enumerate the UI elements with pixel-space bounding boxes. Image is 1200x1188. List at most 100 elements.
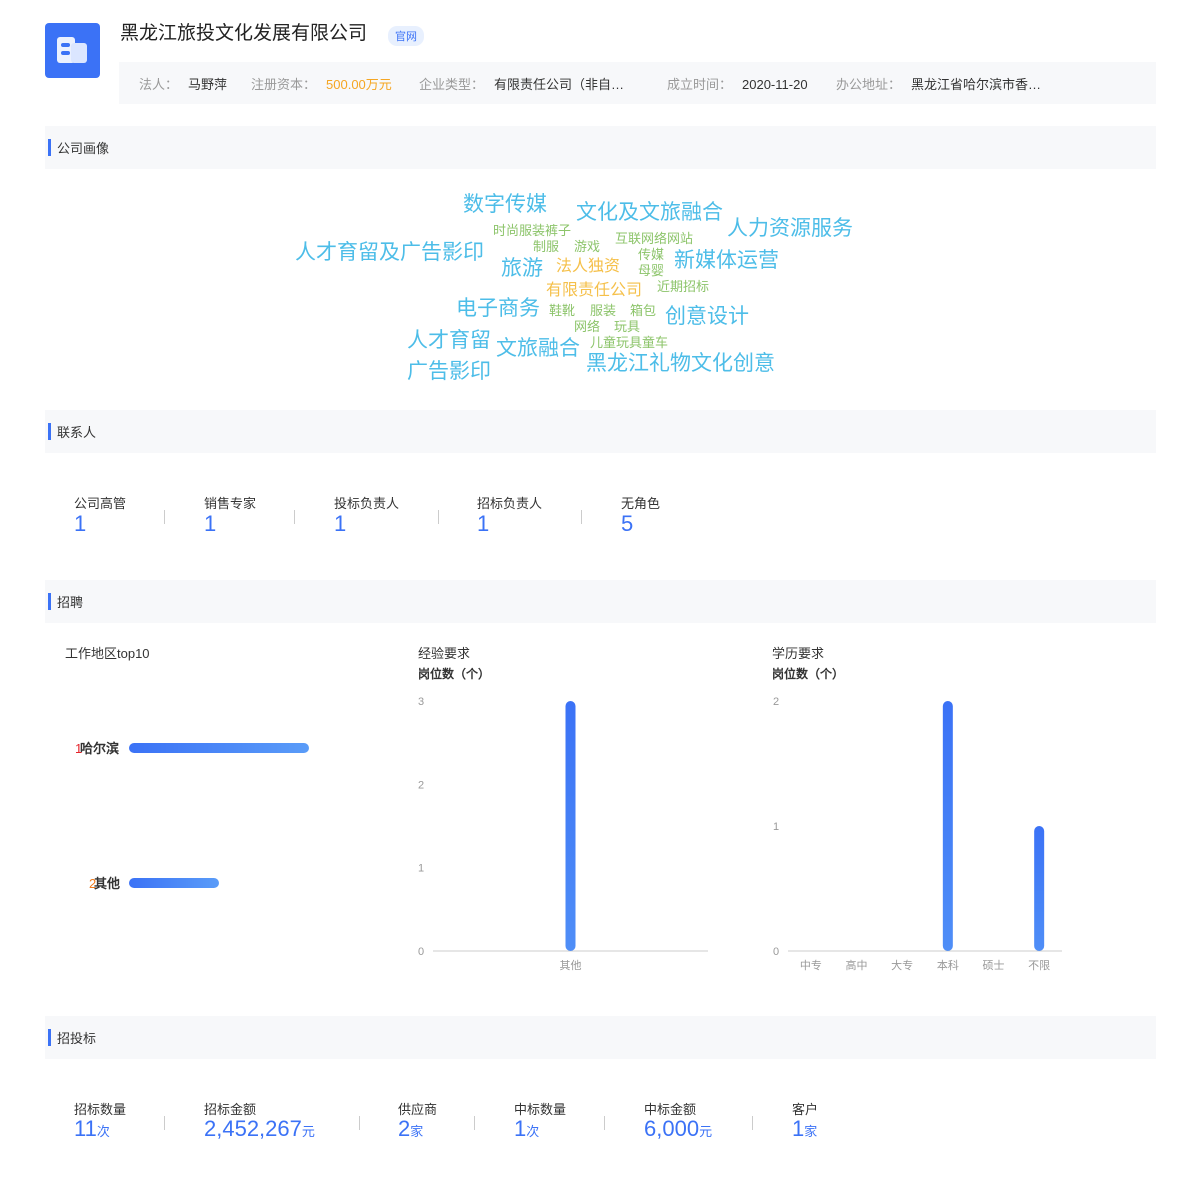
cloud-tag: 鞋靴 xyxy=(549,303,576,318)
bid-stat-value[interactable]: 11次 xyxy=(74,1116,110,1142)
cloud-tag: 法人独资 xyxy=(556,258,621,275)
contact-stat-value[interactable]: 5 xyxy=(621,511,633,537)
cloud-tag: 有限责任公司 xyxy=(546,282,643,299)
contact-stat-value[interactable]: 1 xyxy=(204,511,216,537)
cloud-tag: 服装 xyxy=(590,303,617,318)
official-site-link[interactable]: 官网 xyxy=(388,26,424,46)
education-chart-title: 学历要求 xyxy=(772,646,825,661)
bid-stat-value[interactable]: 2家 xyxy=(398,1116,423,1142)
x-tick-label: 其他 xyxy=(560,959,582,972)
region-name: 其他 xyxy=(94,876,120,891)
section-header-recruit: 招聘 xyxy=(45,580,1156,623)
cloud-tag: 箱包 xyxy=(630,303,657,318)
contact-stat-label: 招标负责人 xyxy=(477,496,543,511)
x-tick-label: 中专 xyxy=(800,958,822,972)
y-tick-label: 1 xyxy=(418,863,424,875)
section-title: 联系人 xyxy=(57,425,97,440)
experience-chart-ylabel: 岗位数（个） xyxy=(418,667,491,681)
cloud-tag: 网络 xyxy=(574,319,601,334)
section-title: 招聘 xyxy=(57,595,84,610)
divider xyxy=(294,510,295,524)
info-office-address[interactable]: 办公地址： 黑龙江省哈尔滨市香… xyxy=(836,74,1041,93)
x-tick-label: 高中 xyxy=(846,958,868,972)
cloud-tag: 游戏 xyxy=(574,239,601,254)
cloud-tag: 旅游 xyxy=(501,257,543,280)
divider xyxy=(752,1116,753,1130)
contact-stat-value[interactable]: 1 xyxy=(74,511,86,537)
contact-stat-value[interactable]: 1 xyxy=(334,511,346,537)
cloud-tag: 电子商务 xyxy=(456,297,540,320)
bid-stat-value[interactable]: 2,452,267元 xyxy=(204,1116,315,1142)
x-tick-label: 本科 xyxy=(937,958,959,972)
y-tick-label: 0 xyxy=(773,946,779,958)
building-icon-secondary xyxy=(71,43,87,63)
section-header-bidding: 招投标 xyxy=(45,1016,1156,1059)
section-accent-bar xyxy=(48,139,51,156)
y-tick-label: 2 xyxy=(418,779,424,791)
divider xyxy=(604,1116,605,1130)
y-tick-label: 3 xyxy=(418,696,424,708)
cloud-tag: 互联网络网站 xyxy=(615,231,694,246)
contact-stat-label: 公司高管 xyxy=(74,496,127,511)
bar xyxy=(942,701,953,951)
region-bar xyxy=(129,743,309,753)
experience-bar-chart: 0 1 2 3 其他 xyxy=(418,696,708,972)
cloud-tag: 传媒 xyxy=(638,247,665,262)
bar xyxy=(565,701,576,951)
divider xyxy=(438,510,439,524)
x-tick-label: 硕士 xyxy=(983,959,1005,972)
experience-chart-title: 经验要求 xyxy=(418,646,471,661)
divider xyxy=(164,510,165,524)
section-title: 公司画像 xyxy=(57,141,110,156)
cloud-tag: 母婴 xyxy=(638,263,665,278)
section-header-contacts: 联系人 xyxy=(45,410,1156,453)
cloud-tag: 人才育留 xyxy=(407,329,491,352)
cloud-tag: 儿童玩具童车 xyxy=(590,335,669,350)
bar xyxy=(1034,826,1045,951)
contact-stat-label: 投标负责人 xyxy=(334,496,400,511)
bid-stat-value[interactable]: 1次 xyxy=(514,1116,539,1142)
divider xyxy=(581,510,582,524)
cloud-tag: 近期招标 xyxy=(657,279,710,294)
cloud-tag: 制服 xyxy=(533,239,560,254)
section-accent-bar xyxy=(48,423,51,440)
word-cloud: 数字传媒 文化及文旅融合 人力资源服务 时尚服装裤子 互联网络网站 人才育留及广… xyxy=(0,0,1200,400)
section-header-portrait: 公司画像 xyxy=(45,126,1156,169)
contact-stat-label: 销售专家 xyxy=(204,496,257,511)
education-bar-chart: 0 1 2 中专 高中 大专 本科 硕士 不限 xyxy=(773,696,1062,972)
x-tick-label: 大专 xyxy=(891,958,913,972)
divider xyxy=(474,1116,475,1130)
info-registered-capital: 注册资本： 500.00万元 xyxy=(251,77,392,92)
info-founded-date: 成立时间： 2020-11-20 xyxy=(667,77,808,92)
company-name: 黑龙江旅投文化发展有限公司 xyxy=(120,23,368,44)
region-chart-title: 工作地区top10 xyxy=(65,646,150,661)
contact-stat-label: 无角色 xyxy=(621,496,661,511)
cloud-tag: 新媒体运营 xyxy=(674,249,779,272)
info-company-type: 企业类型： 有限责任公司（非自… xyxy=(419,77,625,92)
section-accent-bar xyxy=(48,1029,51,1046)
section-accent-bar xyxy=(48,593,51,610)
cloud-tag: 玩具 xyxy=(614,319,641,334)
cloud-tag: 人力资源服务 xyxy=(727,217,853,240)
region-bar xyxy=(129,878,219,888)
cloud-tag: 人才育留及广告影印 xyxy=(295,241,484,264)
cloud-tag: 数字传媒 xyxy=(463,193,547,216)
education-chart-ylabel: 岗位数（个） xyxy=(772,667,845,681)
x-tick-label: 不限 xyxy=(1028,959,1050,972)
cloud-tag: 文化及文旅融合 xyxy=(576,201,723,224)
section-title: 招投标 xyxy=(57,1031,97,1046)
bid-stat-value[interactable]: 1家 xyxy=(792,1116,817,1142)
region-chart: 1 哈尔滨 2 其他 xyxy=(75,741,309,891)
cloud-tag: 时尚服装裤子 xyxy=(493,223,572,238)
divider xyxy=(359,1116,360,1130)
divider xyxy=(164,1116,165,1130)
contact-stat-value[interactable]: 1 xyxy=(477,511,489,537)
cloud-tag: 广告影印 xyxy=(407,360,491,383)
y-tick-label: 0 xyxy=(418,946,424,958)
bid-stat-value[interactable]: 6,000元 xyxy=(644,1116,712,1142)
cloud-tag: 文旅融合 xyxy=(496,337,580,360)
y-tick-label: 2 xyxy=(773,696,779,708)
y-tick-label: 1 xyxy=(773,821,779,833)
region-name: 哈尔滨 xyxy=(80,741,119,756)
cloud-tag: 黑龙江礼物文化创意 xyxy=(586,352,775,375)
